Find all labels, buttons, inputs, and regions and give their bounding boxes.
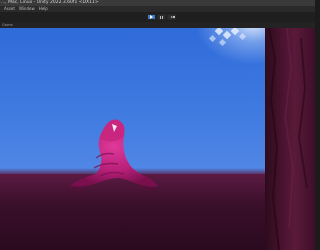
step-icon bbox=[170, 16, 173, 18]
pause-icon bbox=[160, 15, 163, 19]
play-icon bbox=[150, 15, 153, 19]
game-viewport[interactable] bbox=[0, 28, 315, 250]
creature-body bbox=[70, 119, 158, 190]
pink-creature bbox=[70, 119, 158, 190]
game-tab-label: Game bbox=[2, 23, 13, 27]
pause-button[interactable] bbox=[157, 14, 166, 20]
window-title: ..., Mac, Linux - Unity 2022.3.60f1 <DX1… bbox=[1, 0, 99, 5]
step-button[interactable] bbox=[167, 14, 176, 20]
play-controls bbox=[147, 14, 176, 20]
play-button[interactable] bbox=[147, 14, 156, 20]
